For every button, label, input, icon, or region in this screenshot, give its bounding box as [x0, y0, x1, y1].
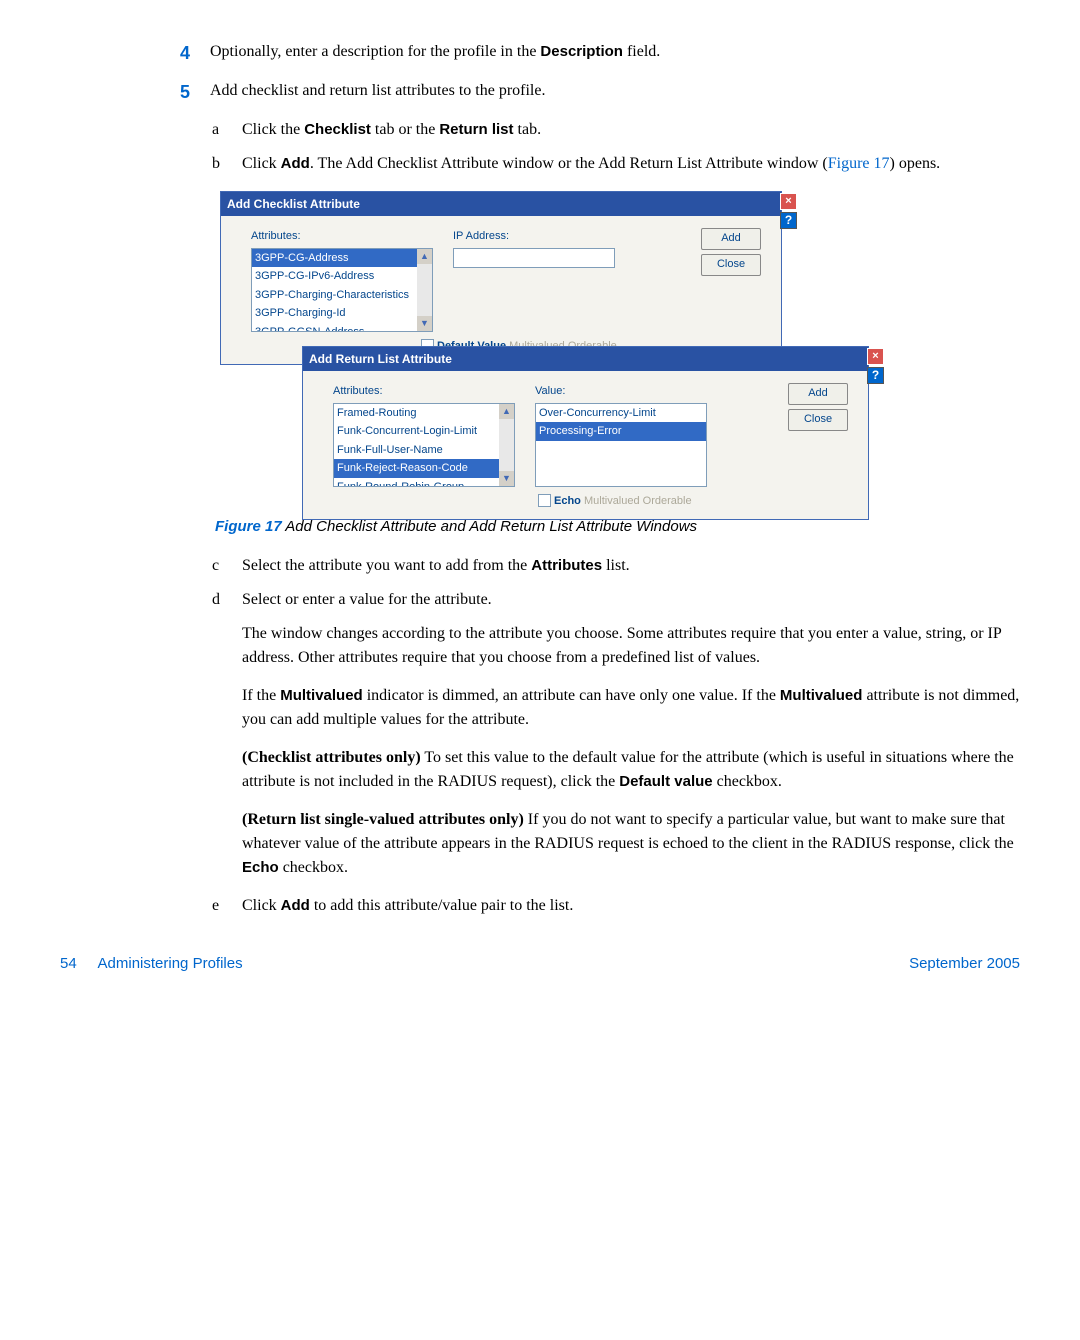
- text: Click: [242, 897, 281, 914]
- substep-d-letter: d: [212, 588, 242, 612]
- attributes-label: Attributes:: [333, 383, 515, 400]
- text: to add this attribute/value pair to the …: [310, 897, 574, 914]
- substep-b-text: Click Add. The Add Checklist Attribute w…: [242, 152, 1020, 176]
- scroll-down-icon[interactable]: ▼: [499, 471, 514, 486]
- echo-bold: Echo: [242, 859, 279, 876]
- value-label: Value:: [535, 383, 707, 400]
- text: Click the: [242, 121, 304, 138]
- section-name: Administering Profiles: [98, 955, 243, 972]
- text: ) opens.: [890, 155, 941, 172]
- step-4-text: Optionally, enter a description for the …: [210, 40, 1020, 67]
- substep-c-text: Select the attribute you want to add fro…: [242, 554, 1020, 578]
- substep-b-letter: b: [212, 152, 242, 176]
- help-icon[interactable]: ?: [780, 212, 797, 229]
- substep-e-letter: e: [212, 894, 242, 918]
- ip-address-label: IP Address:: [453, 228, 615, 245]
- figure-link[interactable]: Figure 17: [828, 155, 890, 172]
- text: list.: [602, 557, 630, 574]
- list-item[interactable]: Funk-Full-User-Name: [334, 441, 514, 460]
- scroll-up-icon[interactable]: ▲: [417, 249, 432, 264]
- dialog-title: Add Checklist Attribute × ?: [221, 192, 781, 216]
- list-item[interactable]: Funk-Concurrent-Login-Limit: [334, 422, 514, 441]
- attributes-label: Attributes:: [251, 228, 433, 245]
- list-item[interactable]: 3GPP-Charging-Characteristics: [252, 286, 432, 305]
- text: . The Add Checklist Attribute window or …: [310, 155, 828, 172]
- figure-text: Add Checklist Attribute and Add Return L…: [282, 518, 697, 535]
- text: Click: [242, 155, 281, 172]
- step-5-text: Add checklist and return list attributes…: [210, 79, 1020, 106]
- list-item[interactable]: 3GPP-Charging-Id: [252, 304, 432, 323]
- scrollbar[interactable]: ▲ ▼: [417, 249, 432, 331]
- attributes-listbox[interactable]: Framed-Routing Funk-Concurrent-Login-Lim…: [333, 403, 515, 487]
- substep-e-text: Click Add to add this attribute/value pa…: [242, 894, 1020, 918]
- step-4-number: 4: [180, 40, 210, 67]
- list-item[interactable]: 3GPP-CG-Address: [252, 249, 432, 268]
- add-bold: Add: [281, 897, 310, 914]
- para-returnlist-only: (Return list single-valued attributes on…: [242, 808, 1020, 880]
- scroll-down-icon[interactable]: ▼: [417, 316, 432, 331]
- list-item[interactable]: 3GPP-CG-IPv6-Address: [252, 267, 432, 286]
- close-icon[interactable]: ×: [780, 193, 797, 210]
- multivalued-orderable-label: Multivalued Orderable: [584, 495, 692, 507]
- add-button[interactable]: Add: [701, 228, 761, 250]
- close-button[interactable]: Close: [701, 254, 761, 276]
- substep-c-letter: c: [212, 554, 242, 578]
- description-bold: Description: [540, 43, 623, 60]
- checklist-bold: Checklist: [304, 121, 371, 138]
- attributes-bold: Attributes: [531, 557, 602, 574]
- returnlist-bold: Return list: [439, 121, 513, 138]
- text: Optionally, enter a description for the …: [210, 43, 540, 60]
- list-item[interactable]: 3GPP-GGSN-Address: [252, 323, 432, 332]
- multivalued-bold: Multivalued: [280, 687, 363, 704]
- ip-address-input[interactable]: [453, 248, 615, 268]
- scroll-up-icon[interactable]: ▲: [499, 404, 514, 419]
- attributes-listbox[interactable]: 3GPP-CG-Address 3GPP-CG-IPv6-Address 3GP…: [251, 248, 433, 332]
- add-bold: Add: [281, 155, 310, 172]
- list-item[interactable]: Framed-Routing: [334, 404, 514, 423]
- text: indicator is dimmed, an attribute can ha…: [363, 687, 780, 704]
- para-checklist-only: (Checklist attributes only) To set this …: [242, 746, 1020, 794]
- close-icon[interactable]: ×: [867, 348, 884, 365]
- close-button[interactable]: Close: [788, 409, 848, 431]
- text: If the: [242, 687, 280, 704]
- help-icon[interactable]: ?: [867, 367, 884, 384]
- text: field.: [623, 43, 660, 60]
- list-item[interactable]: Processing-Error: [536, 422, 706, 441]
- list-item[interactable]: Funk-Round-Robin-Group: [334, 478, 514, 487]
- page-footer: 54 Administering Profiles September 2005: [60, 953, 1020, 976]
- add-checklist-dialog: Add Checklist Attribute × ? Attributes: …: [220, 191, 782, 365]
- substep-d-text: Select or enter a value for the attribut…: [242, 588, 1020, 612]
- footer-date: September 2005: [909, 953, 1020, 976]
- title-text: Add Return List Attribute: [309, 352, 452, 366]
- para-window-changes: The window changes according to the attr…: [242, 622, 1020, 670]
- default-value-bold: Default value: [619, 773, 712, 790]
- text: Select the attribute you want to add fro…: [242, 557, 531, 574]
- text: checkbox.: [713, 773, 782, 790]
- step-5-number: 5: [180, 79, 210, 106]
- value-listbox[interactable]: Over-Concurrency-Limit Processing-Error: [535, 403, 707, 487]
- echo-checkbox[interactable]: [538, 494, 551, 507]
- substep-a-letter: a: [212, 118, 242, 142]
- add-button[interactable]: Add: [788, 383, 848, 405]
- text: checkbox.: [279, 859, 348, 876]
- text: tab.: [514, 121, 542, 138]
- page-number: 54: [60, 955, 77, 972]
- para-multivalued: If the Multivalued indicator is dimmed, …: [242, 684, 1020, 732]
- text: tab or the: [371, 121, 439, 138]
- add-returnlist-dialog: Add Return List Attribute × ? Attributes…: [302, 346, 869, 520]
- scrollbar[interactable]: ▲ ▼: [499, 404, 514, 486]
- figure-number: Figure 17: [215, 518, 282, 535]
- echo-label: Echo: [554, 495, 581, 507]
- dialog-title: Add Return List Attribute × ?: [303, 347, 868, 371]
- list-item[interactable]: Over-Concurrency-Limit: [536, 404, 706, 423]
- multivalued-bold: Multivalued: [780, 687, 863, 704]
- list-item[interactable]: Funk-Reject-Reason-Code: [334, 459, 514, 478]
- substep-a-text: Click the Checklist tab or the Return li…: [242, 118, 1020, 142]
- title-text: Add Checklist Attribute: [227, 197, 360, 211]
- returnlist-only-bold: (Return list single-valued attributes on…: [242, 811, 524, 828]
- checklist-only-bold: (Checklist attributes only): [242, 749, 421, 766]
- dialog-screenshot: Add Checklist Attribute × ? Attributes: …: [220, 191, 1020, 511]
